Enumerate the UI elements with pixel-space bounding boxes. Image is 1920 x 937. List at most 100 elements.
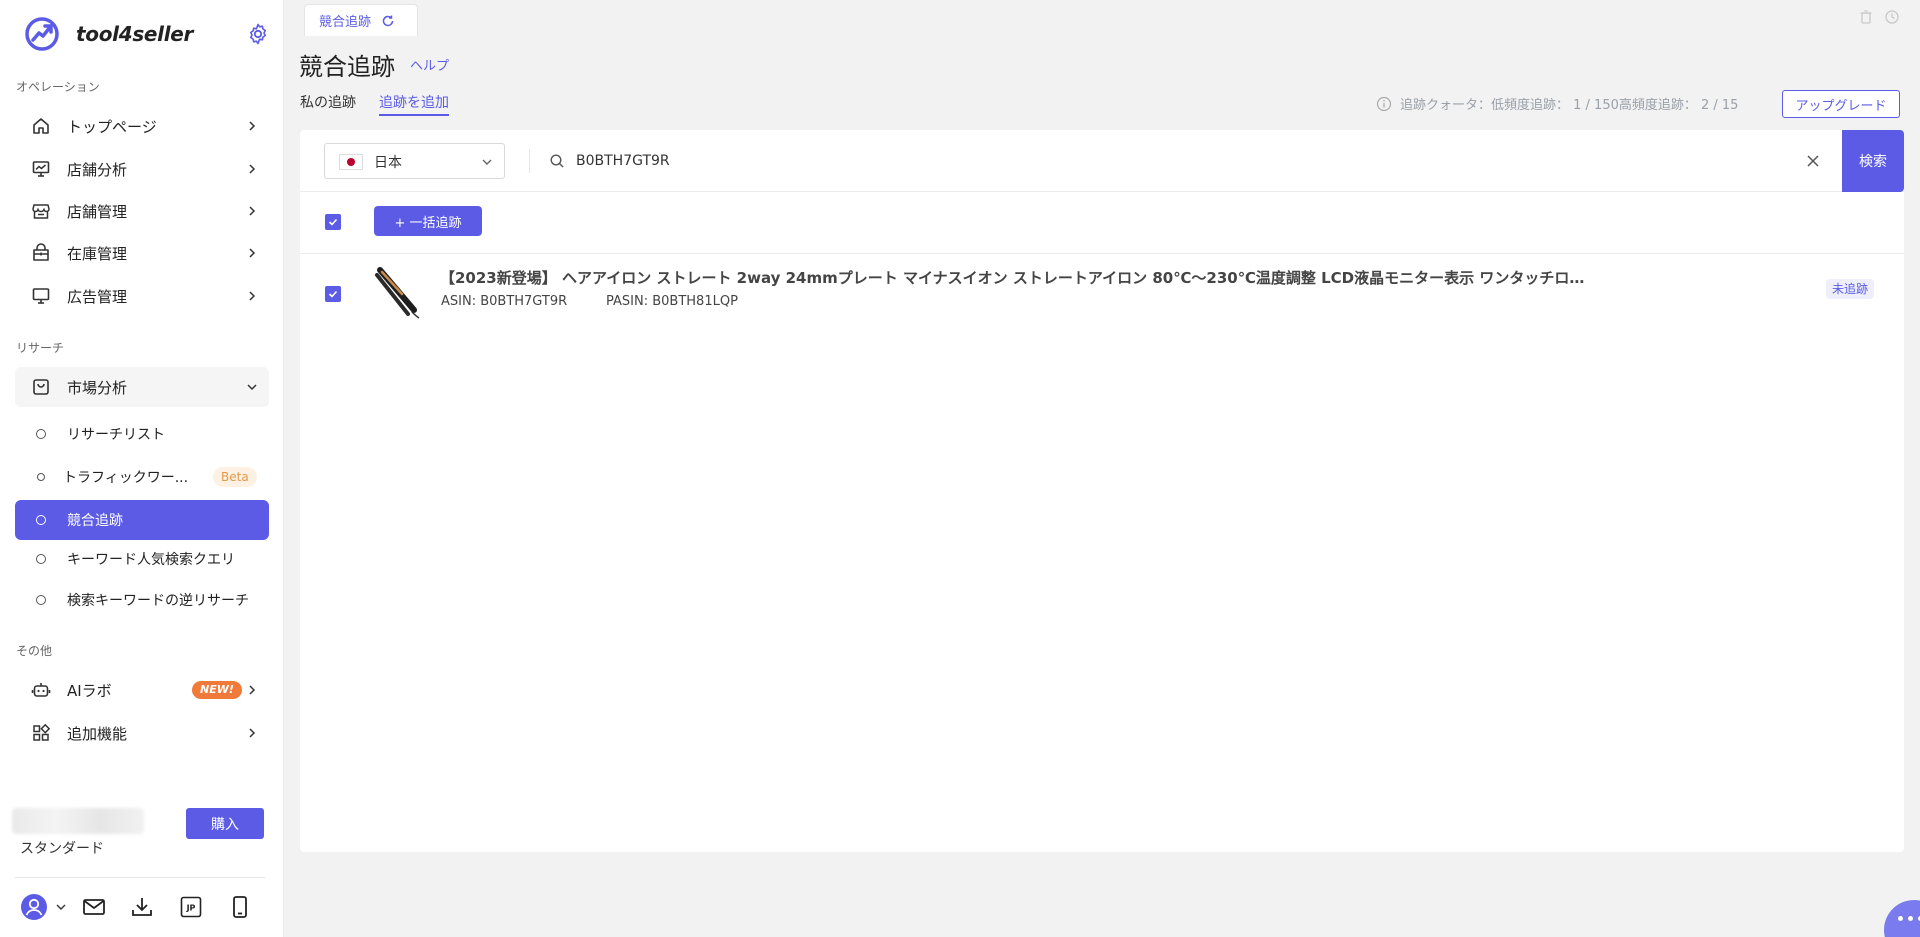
info-icon: [1376, 96, 1392, 111]
product-pasin: PASIN: B0BTH81LQP: [606, 294, 738, 309]
beta-badge: Beta: [213, 467, 257, 487]
sidebar-item-ads[interactable]: 広告管理: [15, 276, 269, 316]
sidebar: tool4seller オペレーション トップページ 店舗分析 店舗管理 在庫管…: [0, 0, 284, 937]
mobile-icon[interactable]: [226, 893, 254, 921]
help-link[interactable]: ヘルプ: [410, 55, 449, 74]
chevron-right-icon: [249, 291, 256, 301]
upgrade-button[interactable]: アップグレード: [1782, 90, 1900, 118]
refresh-icon[interactable]: [381, 14, 395, 28]
tab-my-tracking[interactable]: 私の追跡: [300, 92, 356, 112]
search-input[interactable]: [576, 146, 1796, 176]
page-tab-bar: 競合追跡: [284, 0, 1920, 36]
tab-label: 競合追跡: [319, 15, 372, 30]
product-thumbnail[interactable]: [372, 266, 422, 320]
mail-icon[interactable]: [80, 893, 108, 921]
product-asin: ASIN: B0BTH7GT9R: [441, 294, 568, 309]
jp-region-icon[interactable]: JP: [177, 893, 205, 921]
sidebar-item-market-analysis[interactable]: 市場分析: [15, 367, 269, 407]
region-code: JP: [186, 904, 196, 913]
bottom-toolbar: JP: [20, 893, 270, 923]
country-name: 日本: [374, 155, 402, 171]
chevron-right-icon: [249, 685, 256, 695]
chevron-right-icon: [249, 728, 256, 738]
close-icon[interactable]: [1805, 153, 1821, 169]
bullet-icon: [36, 554, 46, 564]
gear-icon[interactable]: [246, 22, 270, 46]
monitor-icon: [32, 288, 50, 304]
page-title: 競合追跡: [299, 53, 395, 81]
sidebar-item-label: 在庫管理: [67, 244, 128, 263]
sidebar-item-label: 店舗分析: [67, 160, 128, 179]
trash-icon[interactable]: [1858, 9, 1874, 25]
check-icon: [328, 290, 338, 298]
home-icon: [33, 118, 49, 134]
sidebar-item-label: 追加機能: [67, 724, 128, 743]
sidebar-item-label: AIラボ: [67, 681, 112, 700]
logo[interactable]: tool4seller: [24, 14, 274, 54]
sidebar-subitem-label: 検索キーワードの逆リサーチ: [67, 593, 249, 609]
divider: [529, 149, 530, 173]
user-avatar-icon[interactable]: [20, 893, 48, 921]
sidebar-subitem-keyword-query[interactable]: キーワード人気検索クエリ: [15, 539, 269, 579]
buy-button[interactable]: 購入: [186, 808, 264, 839]
inventory-icon: [33, 243, 49, 261]
sidebar-item-store-management[interactable]: 店舗管理: [15, 191, 269, 231]
chevron-right-icon: [249, 121, 256, 131]
bullet-icon: [36, 595, 46, 605]
bulk-track-button[interactable]: + 一括追跡: [374, 206, 482, 236]
store-icon: [32, 204, 50, 219]
chevron-right-icon: [249, 206, 256, 216]
sidebar-subitem-reverse-keyword[interactable]: 検索キーワードの逆リサーチ: [15, 580, 269, 620]
sidebar-item-top-page[interactable]: トップページ: [15, 106, 269, 146]
user-name-redacted: [12, 808, 144, 834]
status-badge: 未追跡: [1826, 279, 1875, 299]
country-select[interactable]: 日本: [324, 143, 505, 179]
quota-text: 追跡クォータ：低頻度追跡： 1 / 150高頻度追跡： 2 / 15: [1400, 98, 1739, 113]
logo-icon: [25, 17, 59, 51]
row-checkbox[interactable]: [325, 286, 341, 302]
sidebar-subitem-label: トラフィックワー...: [63, 470, 189, 486]
section-operations: オペレーション: [16, 80, 100, 94]
new-badge: NEW!: [192, 681, 242, 699]
analytics-icon: [32, 161, 50, 177]
sidebar-subitem-label: キーワード人気検索クエリ: [67, 552, 235, 568]
sidebar-item-label: 市場分析: [67, 378, 128, 397]
chevron-right-icon: [249, 248, 256, 258]
sidebar-subitem-label: リサーチリスト: [67, 427, 165, 443]
bulk-actions: + 一括追跡: [300, 192, 1904, 254]
bullet-icon: [36, 515, 46, 525]
chat-bubble-button[interactable]: [1884, 900, 1920, 937]
sidebar-item-ai-lab[interactable]: AIラボ NEW!: [15, 670, 269, 710]
section-other: その他: [16, 644, 53, 658]
product-title[interactable]: 【2023新登場】 ヘアアイロン ストレート 2way 24mmプレート マイナ…: [440, 267, 1590, 288]
bag-icon: [33, 379, 49, 395]
top-right-tools: [1858, 9, 1900, 25]
select-all-checkbox[interactable]: [325, 214, 341, 230]
search-icon: [550, 154, 564, 168]
sidebar-subitem-traffic[interactable]: トラフィックワー... Beta: [15, 457, 269, 497]
tab-competitor-tracking[interactable]: 競合追跡: [304, 4, 418, 36]
bullet-icon: [37, 473, 45, 481]
sidebar-subitem-competitor-tracking[interactable]: 競合追跡: [15, 500, 269, 540]
clock-icon[interactable]: [1884, 9, 1900, 25]
japan-flag-icon: [339, 154, 363, 170]
sidebar-item-add-ons[interactable]: 追加機能: [15, 713, 269, 753]
download-icon[interactable]: [128, 893, 156, 921]
chevron-down-icon: [482, 159, 492, 165]
active-tab-indicator: [379, 114, 449, 116]
search-button[interactable]: 検索: [1842, 130, 1904, 192]
app-name: tool4seller: [76, 22, 194, 46]
sidebar-subitem-research-list[interactable]: リサーチリスト: [15, 414, 269, 454]
divider: [15, 877, 265, 878]
chevron-down-icon[interactable]: [54, 893, 68, 921]
sidebar-item-inventory[interactable]: 在庫管理: [15, 233, 269, 273]
tab-add-tracking[interactable]: 追跡を追加: [379, 92, 449, 112]
robot-icon: [31, 683, 51, 697]
apps-icon: [33, 723, 51, 741]
sidebar-subitem-label: 競合追跡: [67, 513, 123, 529]
plan-label: スタンダード: [20, 841, 104, 857]
table-row: 【2023新登場】 ヘアアイロン ストレート 2way 24mmプレート マイナ…: [300, 254, 1904, 334]
sidebar-item-store-analysis[interactable]: 店舗分析: [15, 149, 269, 189]
search-panel: 日本 検索 + 一括追跡 【2023新登場】 ヘアアイロン ストレート 2way…: [300, 130, 1904, 852]
check-icon: [328, 218, 338, 226]
